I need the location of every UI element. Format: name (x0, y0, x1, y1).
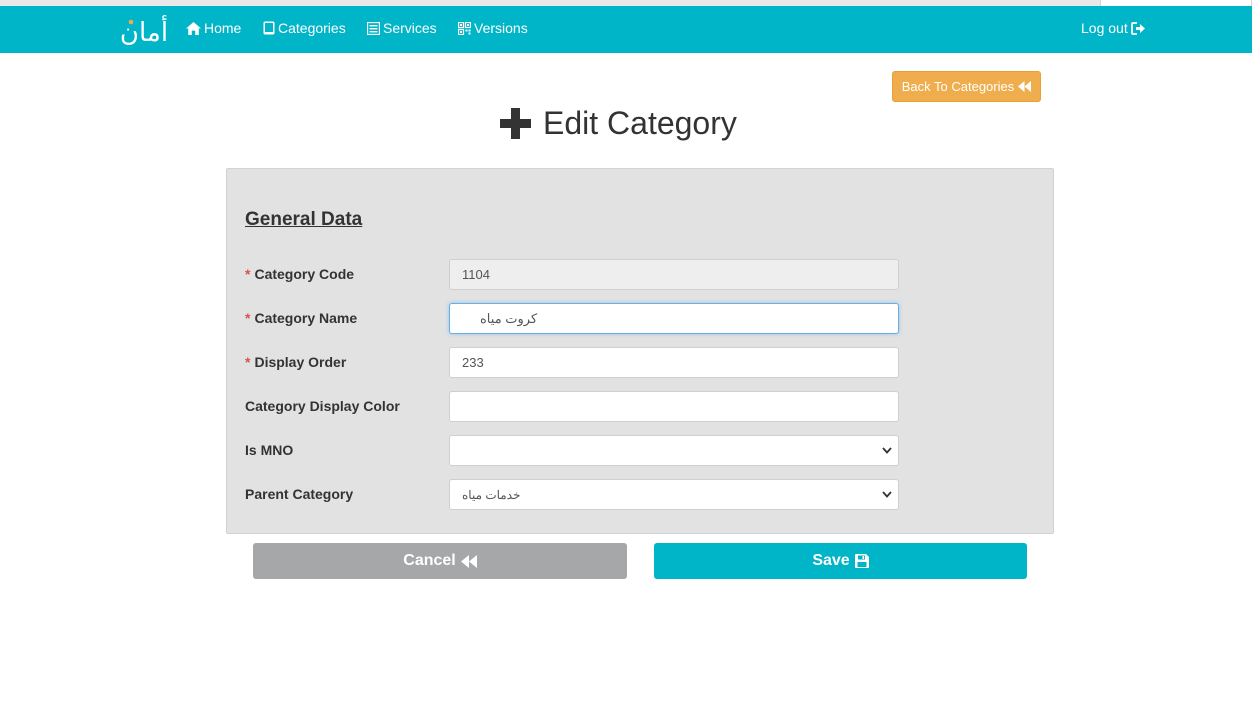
backward-icon (1018, 81, 1032, 92)
logout-label: Log out (1081, 20, 1128, 36)
logout-link[interactable]: Log out (1081, 20, 1146, 36)
page-title: Edit Category (500, 101, 737, 145)
backward-icon (460, 554, 477, 568)
category-display-color-input[interactable] (449, 391, 899, 422)
required-marker: * (245, 310, 251, 326)
display-order-input[interactable]: 233 (449, 347, 899, 378)
cancel-label: Cancel (403, 552, 456, 569)
display-order-label-text: Display Order (254, 354, 347, 370)
parent-category-label-text: Parent Category (245, 486, 354, 502)
category-display-color-label: Category Display Color (245, 398, 400, 414)
category-name-label-text: Category Name (254, 310, 358, 326)
category-name-label: * Category Name (245, 310, 357, 326)
required-marker: * (245, 354, 251, 370)
is-mno-label-text: Is MNO (245, 442, 294, 458)
nav-services[interactable]: Services (367, 20, 437, 36)
display-order-value: 233 (462, 355, 484, 370)
nav-home-label: Home (204, 20, 242, 36)
tablet-icon (263, 21, 275, 35)
nav-services-label: Services (383, 20, 437, 36)
save-label: Save (812, 552, 850, 569)
chevron-down-icon (882, 491, 892, 498)
category-display-color-label-text: Category Display Color (245, 398, 400, 414)
home-icon (186, 21, 201, 35)
qrcode-icon (458, 21, 471, 35)
general-data-panel: General Data * Category Code 1104 * Catego… (226, 168, 1054, 534)
aman-logo[interactable]: أمان (118, 14, 170, 48)
parent-category-value: خدمات مياه (462, 487, 521, 502)
parent-category-select[interactable]: خدمات مياه (449, 479, 899, 510)
back-to-categories-button[interactable]: Back To Categories (892, 71, 1041, 102)
save-button[interactable]: Save (654, 543, 1027, 579)
nav-versions[interactable]: Versions (458, 20, 528, 36)
svg-text:أمان: أمان (120, 14, 168, 48)
nav-home[interactable]: Home (186, 20, 241, 36)
category-code-label: * Category Code (245, 266, 354, 282)
list-icon (367, 21, 380, 35)
is-mno-select[interactable] (449, 435, 899, 466)
required-marker: * (245, 266, 251, 282)
cancel-button[interactable]: Cancel (253, 543, 627, 579)
section-title: General Data (245, 209, 363, 230)
back-button-label: Back To Categories (901, 79, 1015, 94)
chevron-down-icon (882, 447, 892, 454)
plus-icon (500, 107, 531, 139)
top-navbar: أمان Home Categories Services Versions L… (0, 6, 1252, 53)
category-code-input: 1104 (449, 259, 899, 290)
category-name-value: كروت مياه (480, 310, 538, 326)
display-order-label: * Display Order (245, 354, 346, 370)
category-code-label-text: Category Code (254, 266, 355, 282)
page-title-text: Edit Category (543, 104, 737, 141)
category-name-input[interactable]: كروت مياه (449, 303, 899, 334)
nav-versions-label: Versions (474, 20, 528, 36)
floppy-disk-icon (854, 554, 869, 568)
logout-icon (1130, 21, 1145, 35)
is-mno-label: Is MNO (245, 442, 293, 458)
parent-category-label: Parent Category (245, 486, 353, 502)
category-code-value: 1104 (462, 267, 490, 282)
nav-categories[interactable]: Categories (263, 20, 346, 36)
nav-categories-label: Categories (278, 20, 346, 36)
